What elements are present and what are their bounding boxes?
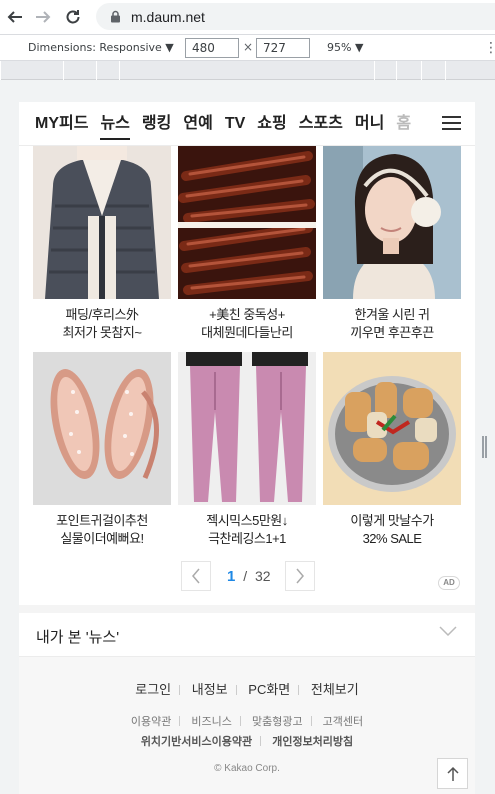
product-title-line2: 극찬레깅스1+1 [208,531,286,546]
ad-badge[interactable]: AD [438,576,460,590]
fish-cake-photo [323,352,461,505]
recently-viewed-toggle[interactable]: 내가 본 '뉴스' [19,613,475,657]
product-card[interactable]: 패딩/후리스外 최저가 못참지~ [33,146,171,342]
location-terms-link[interactable]: 위치기반서비스이용약관 [141,733,252,749]
nav-tab[interactable]: 랭킹 [142,102,171,145]
lock-icon [111,10,120,23]
forward-button[interactable] [28,2,58,32]
resize-handle[interactable] [482,436,487,458]
product-title-line1: 포인트귀걸이추천 [56,513,148,528]
my-info-link[interactable]: 내정보 [192,679,228,698]
view-all-link[interactable]: 전체보기 [311,679,359,698]
chevron-down-icon [439,626,457,637]
chevron-left-icon [192,568,200,584]
product-title-line1: 이렇게 맛날수가 [350,513,434,528]
media-query-ruler [0,61,495,80]
nav-tab[interactable]: 쇼핑 [257,102,286,145]
url-text: m.daum.net [131,8,205,25]
copyright: © Kakao Corp. [214,763,280,774]
privacy-policy-link[interactable]: 개인정보처리방침 [272,733,353,749]
pagination: 1 / 32 [19,561,475,591]
reload-button[interactable] [58,2,88,32]
product-card[interactable]: 이렇게 맛날수가 32% SALE [323,352,461,548]
page-separator: / [243,568,248,584]
chevron-right-icon [296,568,304,584]
nav-tab[interactable]: 연예 [183,102,212,145]
zoom-select[interactable]: 95% ▼ [327,41,363,54]
page-indicator: 1 / 32 [227,568,271,585]
footer-main-links: 로그인 내정보 PC화면 전체보기 [19,679,475,698]
product-title-line1: 젝시믹스5만원↓ [206,513,288,528]
product-title-line1: +美친 중독성+ [209,307,285,322]
footer-privacy-links: 위치기반서비스이용약관 개인정보처리방침 [19,733,475,749]
dimensions-select[interactable]: Dimensions: Responsive ▼ [28,41,174,54]
viewport-gutter [0,80,495,102]
product-title-line2: 최저가 못참지~ [62,325,142,340]
browser-toolbar: m.daum.net [0,0,495,34]
scroll-to-top-button[interactable] [437,758,468,789]
footer-policy-links: 이용약관 비즈니스 맞춤형광고 고객센터 [19,713,475,729]
more-options-icon[interactable]: ⋮ [484,40,495,56]
pc-view-link[interactable]: PC화면 [248,679,290,698]
nav-tab[interactable]: TV [225,102,245,145]
custom-ads-link[interactable]: 맞춤형광고 [252,713,303,729]
product-title-line1: 패딩/후리스外 [65,307,139,322]
top-navigation: MY피드 뉴스 랭킹 연예 TV 쇼핑 스포츠 머니 홈 [19,102,475,146]
pink-leggings-photo [178,352,316,505]
devtools-device-toolbar: Dimensions: Responsive ▼ 480 × 727 95% ▼… [0,34,495,61]
business-link[interactable]: 비즈니스 [191,713,231,729]
reload-icon [66,10,80,24]
footer: 로그인 내정보 PC화면 전체보기 이용약관 비즈니스 맞춤형광고 고객센터 위… [19,657,475,794]
section-divider [19,605,475,613]
times-sign: × [243,40,254,54]
nav-tab[interactable]: 뉴스 [100,102,131,145]
product-title-line2: 32% SALE [362,531,422,546]
mobile-viewport: MY피드 뉴스 랭킹 연예 TV 쇼핑 스포츠 머니 홈 패딩/후리스外 최저가 못참지~ [19,102,475,794]
nav-tab[interactable]: 머니 [355,102,384,145]
dried-squid-photo [178,146,316,299]
product-title-line2: 실물이더예뻐요! [60,531,144,546]
login-link[interactable]: 로그인 [135,679,171,698]
nav-tab[interactable]: 홈 [396,102,411,145]
customer-center-link[interactable]: 고객센터 [323,713,363,729]
arrow-up-icon [446,766,459,781]
hamburger-menu-icon[interactable] [442,116,461,131]
width-input[interactable]: 480 [185,38,239,58]
next-page-button[interactable] [285,561,315,591]
nav-tabs: MY피드 뉴스 랭킹 연예 TV 쇼핑 스포츠 머니 홈 [19,102,429,145]
product-title-line2: 대체뭔데다들난리 [201,325,293,340]
terms-link[interactable]: 이용약관 [131,713,171,729]
recently-viewed-title: 내가 본 '뉴스' [36,629,120,646]
product-card[interactable]: 한겨울 시린 귀 끼우면 후끈후끈 [323,146,461,342]
rose-gold-earrings-photo [33,352,171,505]
earmuff-model-photo [323,146,461,299]
address-bar[interactable]: m.daum.net [96,3,495,30]
product-card[interactable]: +美친 중독성+ 대체뭔데다들난리 [178,146,316,342]
arrow-right-icon [36,11,51,23]
product-title-line1: 한겨울 시린 귀 [354,307,430,322]
total-pages: 32 [255,568,271,584]
back-button[interactable] [0,2,30,32]
nav-tab[interactable]: MY피드 [35,102,88,145]
current-page: 1 [227,568,236,585]
nav-tab[interactable]: 스포츠 [299,102,343,145]
padded-jacket-photo [33,146,171,299]
product-card[interactable]: 포인트귀걸이추천 실물이더예뻐요! [33,352,171,548]
product-title-line2: 끼우면 후끈후끈 [350,325,434,340]
arrow-left-icon [7,11,22,23]
prev-page-button[interactable] [181,561,211,591]
product-card[interactable]: 젝시믹스5만원↓ 극찬레깅스1+1 [178,352,316,548]
height-input[interactable]: 727 [256,38,310,58]
